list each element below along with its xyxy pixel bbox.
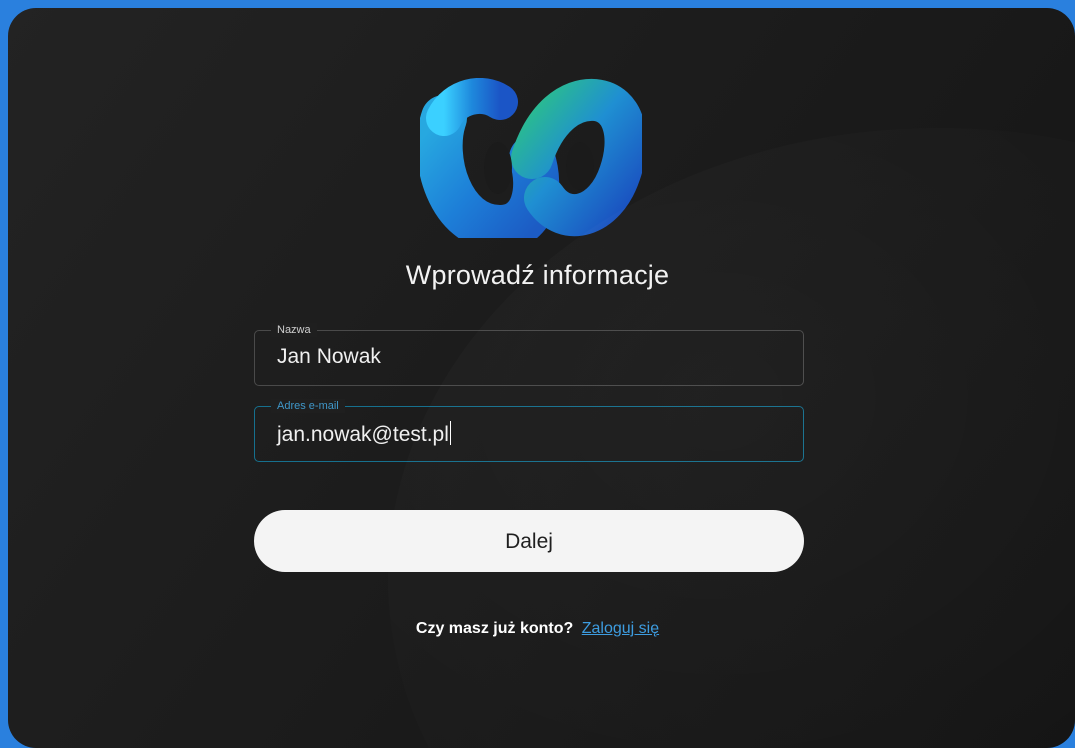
- name-field-label: Nazwa: [271, 323, 317, 337]
- signin-prompt-text: Czy masz już konto?: [415, 620, 574, 637]
- app-window: Wprowadź informacje Nazwa Jan Nowak Adre…: [8, 8, 1075, 748]
- signin-link[interactable]: Zaloguj się: [582, 620, 659, 637]
- page-title: Wprowadź informacje: [405, 260, 670, 290]
- text-caret: [449, 421, 451, 445]
- signin-prompt-row: Czy masz już konto? Zaloguj się: [8, 620, 1067, 638]
- email-field-value[interactable]: jan.nowak@test.pl: [277, 421, 451, 447]
- next-button[interactable]: Dalej: [254, 510, 804, 572]
- email-field-text: jan.nowak@test.pl: [277, 423, 449, 446]
- email-field[interactable]: Adres e-mail jan.nowak@test.pl: [254, 399, 804, 462]
- name-field[interactable]: Nazwa Jan Nowak: [254, 323, 804, 386]
- email-field-label: Adres e-mail: [271, 399, 345, 413]
- name-field-value[interactable]: Jan Nowak: [277, 345, 381, 369]
- webex-logo-icon: [420, 78, 642, 238]
